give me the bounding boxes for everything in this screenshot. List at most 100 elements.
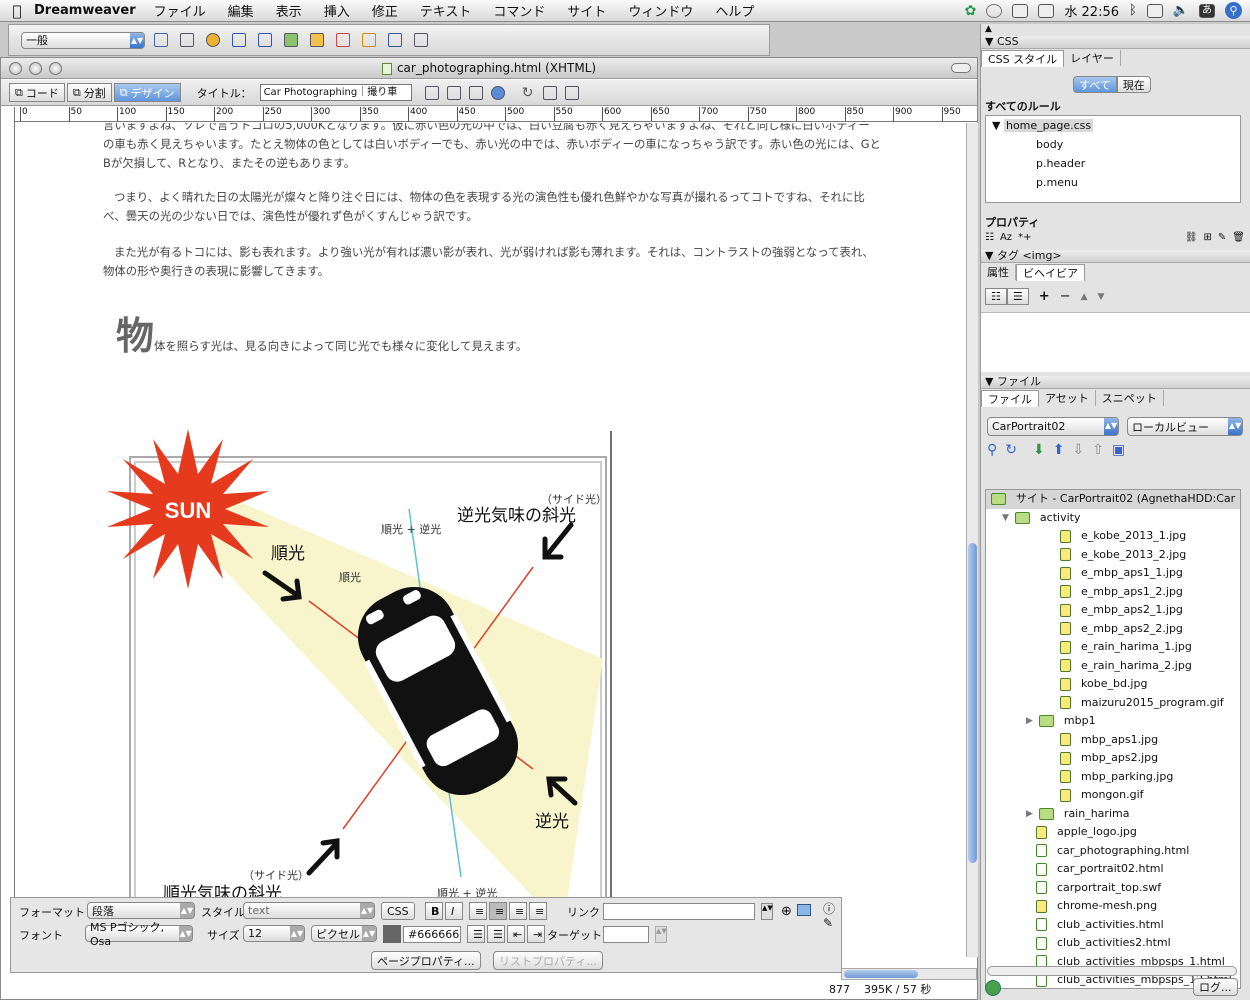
window-width-readout[interactable]: 877 — [829, 983, 850, 996]
font-select[interactable]: MS Pゴシック, Osa ▲▼ — [85, 921, 193, 948]
file-tree-row[interactable]: car_portrait02.html — [986, 860, 1240, 879]
close-icon[interactable] — [9, 62, 22, 75]
chat-icon[interactable] — [1038, 3, 1055, 18]
disclosure-triangle-icon[interactable]: ▼ — [992, 119, 1000, 132]
document-horizontal-scrollbar[interactable] — [841, 968, 977, 980]
target-input[interactable] — [603, 926, 649, 943]
file-tree-row[interactable]: e_kobe_2013_2.jpg — [986, 546, 1240, 565]
template-tool[interactable] — [385, 30, 405, 50]
body-paragraph-1[interactable]: 言いますよね、ソレで言うトコロの5,000Kとなります。仮に赤い色の光の中では、… — [103, 123, 881, 173]
file-tree-row[interactable]: kobe_bd.jpg — [986, 675, 1240, 694]
tab-assets[interactable]: アセット — [1039, 390, 1096, 406]
file-tree-row[interactable]: e_rain_harima_2.jpg — [986, 657, 1240, 676]
file-tree-row[interactable]: e_mbp_aps2_2.jpg — [986, 620, 1240, 639]
tab-snippets[interactable]: スニペット — [1096, 390, 1164, 406]
move-down-icon[interactable]: ▼ — [1097, 292, 1104, 302]
unordered-list-button[interactable]: ☰ — [467, 925, 485, 943]
menu-edit[interactable]: 編集 — [228, 1, 254, 20]
file-tree-hscrollbar[interactable] — [987, 966, 1237, 976]
outdent-button[interactable]: ⇤ — [507, 925, 525, 943]
insert-category-select[interactable]: 一般 ▲▼ — [21, 31, 145, 49]
edit-rule-icon[interactable]: ✎ — [1218, 232, 1226, 246]
file-tree-row[interactable]: e_mbp_aps2_1.jpg — [986, 601, 1240, 620]
page-properties-button[interactable]: ページプロパティ... — [371, 951, 481, 970]
file-tree-row[interactable]: apple_logo.jpg — [986, 823, 1240, 842]
view-options-button[interactable] — [540, 83, 560, 103]
bold-button[interactable]: B — [425, 902, 443, 920]
unit-select[interactable]: ピクセル ▲▼ — [311, 925, 377, 942]
spotlight-bubble-icon[interactable] — [986, 3, 1003, 18]
ordered-list-button[interactable]: ☰ — [487, 925, 505, 943]
menu-text[interactable]: テキスト — [420, 1, 472, 20]
disclosure-triangle-icon[interactable]: ▶ — [1026, 805, 1033, 824]
tab-files[interactable]: ファイル — [981, 389, 1039, 407]
menu-modify[interactable]: 修正 — [372, 1, 398, 20]
refresh-button[interactable]: ↻ — [518, 83, 538, 103]
apple-menu-icon[interactable]:  — [0, 2, 34, 20]
expand-panel-icon[interactable]: ▣ — [1112, 442, 1125, 458]
rule-item[interactable]: p.menu — [986, 173, 1240, 192]
tab-css-styles[interactable]: CSS スタイル — [981, 49, 1065, 67]
document-vertical-scrollbar[interactable] — [966, 123, 978, 957]
view-select[interactable]: ローカルビュー ▲▼ — [1127, 417, 1243, 436]
volume-icon[interactable]: 🔈 — [1173, 3, 1189, 18]
alpha-view-icon[interactable]: Az — [1000, 232, 1012, 246]
display-icon[interactable] — [1012, 3, 1029, 18]
point-to-file-icon[interactable]: ⊕ — [781, 904, 792, 919]
menu-commands[interactable]: コマンド — [493, 1, 545, 20]
browse-folder-icon[interactable] — [797, 904, 811, 916]
link-input[interactable] — [603, 903, 755, 920]
css-current-button[interactable]: 現在 — [1116, 76, 1151, 93]
file-tree-row[interactable]: chrome-mesh.png — [986, 897, 1240, 916]
get-files-icon[interactable]: ⬇ — [1033, 442, 1045, 458]
tab-layers[interactable]: レイヤー — [1064, 50, 1121, 66]
css-panel-header[interactable]: ▼ CSS — [981, 36, 1250, 49]
menu-insert[interactable]: 挿入 — [324, 1, 350, 20]
named-anchor-tool[interactable] — [203, 30, 223, 50]
file-tree-row[interactable]: ▶ rain_harima — [986, 805, 1240, 824]
target-select-arrows[interactable]: ▲▼ — [655, 926, 667, 943]
log-button[interactable]: ログ... — [1193, 978, 1238, 996]
tab-behaviors[interactable]: ビヘイビア — [1016, 263, 1085, 281]
media-tool[interactable] — [307, 30, 327, 50]
file-tree-row[interactable]: car_photographing.html — [986, 842, 1240, 861]
rule-item[interactable]: body — [986, 135, 1240, 154]
minimize-icon[interactable] — [29, 62, 42, 75]
file-tree-row[interactable]: club_activities2.html — [986, 934, 1240, 953]
file-tree-row[interactable]: e_rain_harima_1.jpg — [986, 638, 1240, 657]
email-link-tool[interactable] — [177, 30, 197, 50]
file-tree-row[interactable]: mbp_aps2.jpg — [986, 749, 1240, 768]
file-tree-row[interactable]: mbp_aps1.jpg — [986, 731, 1240, 750]
files-panel-header[interactable]: ▼ ファイル — [981, 376, 1250, 389]
behaviors-list[interactable] — [981, 312, 1250, 372]
attach-css-icon[interactable]: ⛓ — [1185, 232, 1198, 246]
input-method-icon[interactable]: あ — [1199, 3, 1215, 18]
body-paragraph-2[interactable]: つまり、よく晴れた日の太陽光が燦々と降り注ぐ日には、物体の色を表現する光の演色性… — [103, 188, 881, 226]
collapse-arrow-icon[interactable]: ▲ — [985, 24, 992, 34]
file-tree-row[interactable]: club_activities.html — [986, 916, 1240, 935]
validate-button[interactable] — [444, 83, 464, 103]
image-tool[interactable] — [281, 30, 301, 50]
file-tree-row[interactable]: mongon.gif — [986, 786, 1240, 805]
file-tree-row[interactable]: ▼ activity — [986, 509, 1240, 528]
italic-button[interactable]: I — [445, 902, 463, 920]
show-all-events-button[interactable]: ☰ — [1006, 288, 1029, 305]
disclosure-triangle-icon[interactable]: ▼ — [1002, 509, 1009, 528]
menu-site[interactable]: サイト — [567, 1, 606, 20]
menu-window[interactable]: ウィンドウ — [628, 1, 693, 20]
div-tool[interactable] — [255, 30, 275, 50]
toolbar-toggle[interactable] — [951, 63, 971, 73]
list-properties-button[interactable]: リストプロパティ... — [493, 951, 603, 970]
size-select[interactable]: 12 ▲▼ — [243, 925, 305, 942]
design-canvas[interactable]: 言いますよね、ソレで言うトコロの5,000Kとなります。仮に赤い色の光の中では、… — [16, 123, 966, 957]
app-menu[interactable]: Dreamweaver — [34, 3, 136, 18]
spotlight-icon[interactable]: ⚲ — [1225, 2, 1242, 19]
css-button[interactable]: CSS — [381, 902, 415, 920]
refresh-icon[interactable]: ↻ — [1005, 442, 1017, 458]
color-swatch[interactable] — [383, 925, 401, 943]
file-management-button[interactable] — [466, 83, 486, 103]
color-input[interactable]: #666666 — [403, 926, 461, 943]
date-tool[interactable] — [333, 30, 353, 50]
tab-attributes[interactable]: 属性 — [981, 264, 1016, 280]
body-paragraph-3[interactable]: また光が有るトコには、影も表れます。より強い光が有れば濃い影が表れ、光が弱ければ… — [103, 243, 881, 281]
